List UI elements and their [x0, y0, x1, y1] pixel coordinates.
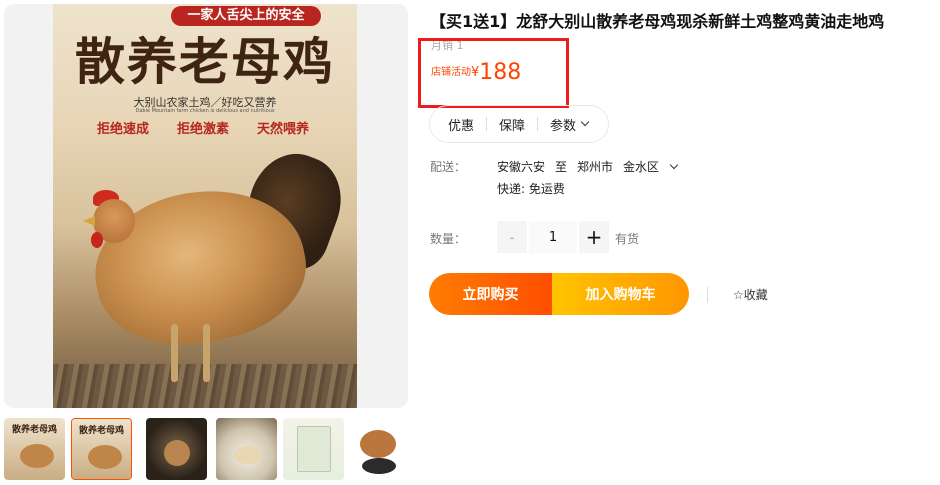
thumbnail-hen: [20, 444, 54, 468]
thumbnail-2-selected[interactable]: 散养老母鸡: [71, 418, 132, 480]
thumbnail-5[interactable]: [283, 418, 344, 480]
certificate: [297, 426, 331, 472]
quantity-input[interactable]: 1: [527, 221, 579, 253]
add-to-cart-button[interactable]: 加入购物车: [552, 273, 689, 315]
poster-tag: 拒绝激素: [177, 122, 230, 137]
thumbnail-title: 散养老母鸡: [78, 426, 124, 436]
shipping-label: 配送：: [430, 160, 467, 174]
poster-headline: 散养老母鸡: [75, 32, 335, 91]
chevron-down-icon: [669, 160, 679, 169]
hen-leg: [203, 324, 210, 382]
hen-leg: [171, 324, 178, 382]
buy-now-button[interactable]: 立即购买: [429, 273, 552, 315]
soup-bowl: [234, 446, 262, 464]
tab-params-label: 参数: [550, 118, 577, 134]
thumbnail-1[interactable]: 散养老母鸡: [4, 418, 65, 480]
stock-status: 有货: [615, 232, 640, 246]
tab-discount[interactable]: 优惠: [448, 115, 474, 134]
product-title: 【买1送1】龙舒大别山散养老母鸡现杀新鲜土鸡整鸡黄油走地鸡: [430, 12, 885, 31]
favorite-button[interactable]: ☆收藏: [733, 286, 768, 303]
tab-discount-label: 优惠: [448, 118, 475, 134]
shipping-to: 至: [555, 160, 568, 174]
quantity-decrease-button[interactable]: -: [497, 221, 527, 253]
thumbnail-hen: [360, 430, 396, 458]
thumbnail-title: 散养老母鸡: [11, 425, 57, 435]
hen-beak: [83, 216, 95, 226]
poster-tag: 天然喂养: [257, 122, 310, 137]
tab-divider: [537, 117, 539, 131]
thumbnail-hen: [88, 445, 122, 469]
thumbnail-hen: [164, 440, 190, 466]
shipping-city: 郑州市: [577, 160, 614, 174]
thumbnail-bowl: [362, 458, 396, 474]
poster-tag: 拒绝速成: [97, 122, 150, 137]
main-product-image[interactable]: 一家人舌尖上的安全 散养老母鸡 大别山农家土鸡／好吃又营养 Dabie Moun…: [53, 4, 357, 408]
tab-params[interactable]: 参数: [550, 115, 590, 134]
poster-english-text: Dabie Mountain farm chicken is delicious…: [135, 108, 275, 114]
price-highlight-box: [418, 38, 569, 108]
thumbnail-3[interactable]: [146, 418, 207, 480]
quantity-increase-button[interactable]: +: [579, 221, 609, 253]
action-divider: [707, 287, 708, 303]
tab-divider: [486, 117, 488, 131]
shipping-express: 快递: 免运费: [497, 182, 565, 196]
hen-wattle: [91, 232, 103, 248]
shipping-district: 金水区: [623, 160, 660, 174]
quantity-stepper: - 1 +: [497, 221, 609, 253]
shipping-location-selector[interactable]: 安徽六安 至 郑州市 金水区: [497, 158, 679, 175]
tab-guarantee[interactable]: 保障: [499, 115, 525, 134]
quantity-label: 数量：: [430, 232, 467, 246]
thumbnail-4[interactable]: [216, 418, 277, 480]
shipping-origin: 安徽六安: [497, 160, 546, 174]
info-tabs: 优惠 保障 参数: [429, 105, 609, 143]
tab-guarantee-label: 保障: [499, 118, 526, 134]
thumbnail-6[interactable]: [348, 418, 409, 480]
chevron-down-icon: [580, 117, 590, 127]
